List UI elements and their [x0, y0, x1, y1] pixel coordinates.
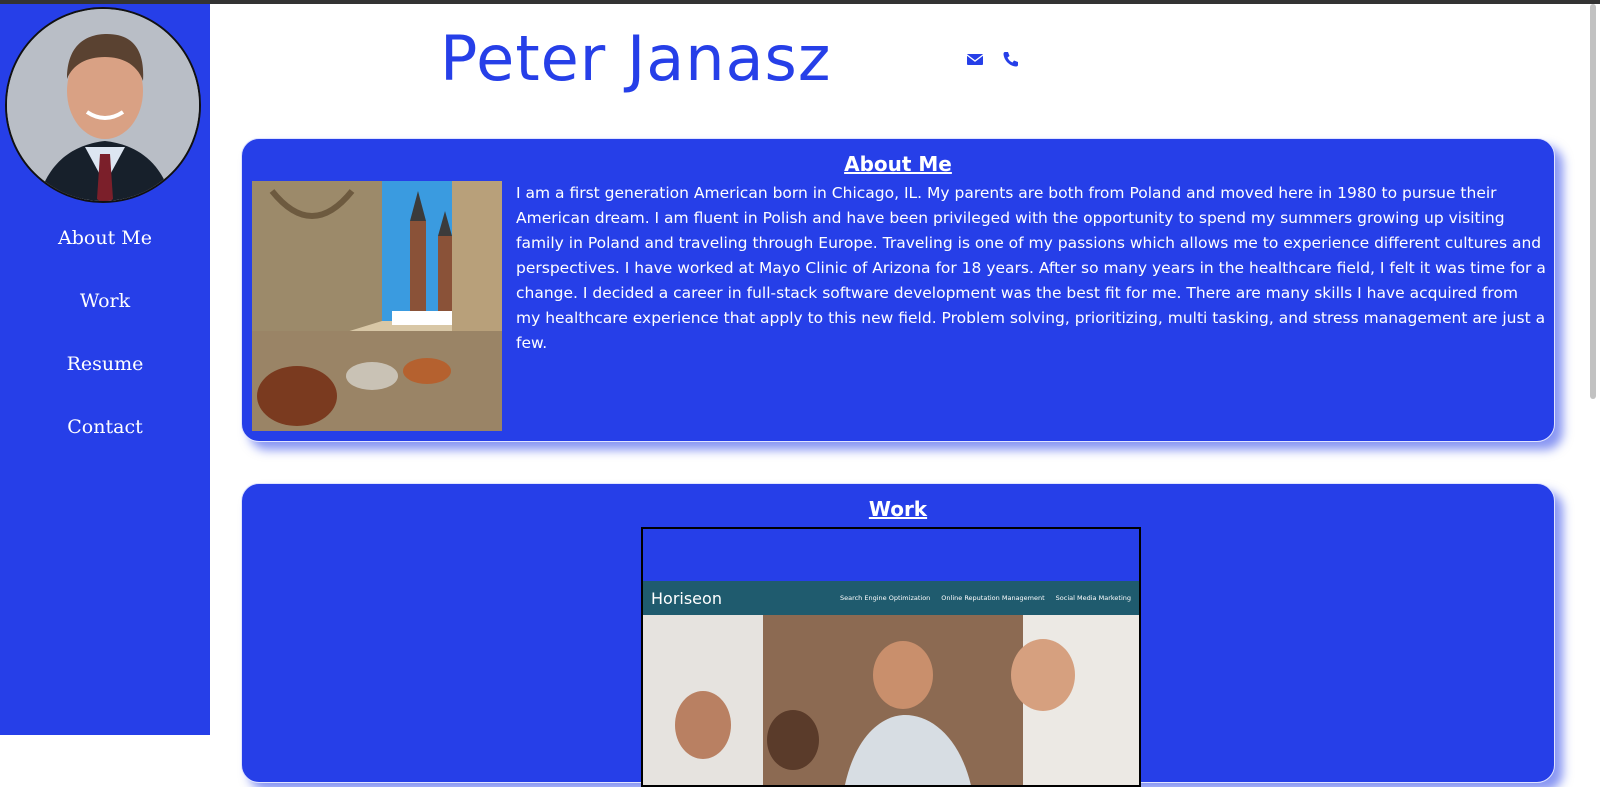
project-preview-top [643, 529, 1139, 581]
project-nav-item: Online Reputation Management [941, 594, 1045, 602]
work-section: Work Horiseon Search Engine Optimization… [241, 483, 1555, 787]
sidebar-item-work[interactable]: Work [0, 289, 210, 352]
project-site-header: Horiseon Search Engine Optimization Onli… [643, 581, 1139, 615]
project-preview-horiseon[interactable]: Horiseon Search Engine Optimization Onli… [641, 527, 1141, 787]
scrollbar-thumb[interactable] [1590, 4, 1596, 399]
envelope-icon[interactable] [966, 50, 984, 68]
phone-icon[interactable] [1002, 50, 1020, 68]
about-section: About Me I am a first generation America… [241, 138, 1555, 442]
about-paragraph: I am a first generation American born in… [516, 184, 1546, 352]
sidebar: About Me Work Resume Contact [0, 4, 210, 735]
project-nav-item: Social Media Marketing [1055, 594, 1131, 602]
project-logo: Horiseon [651, 588, 722, 608]
krakow-cafe-image [252, 181, 502, 431]
page-title: Peter Janasz [440, 22, 832, 95]
sidebar-item-contact[interactable]: Contact [0, 415, 210, 478]
about-heading: About Me [844, 152, 952, 176]
page-scrollbar[interactable] [1588, 4, 1598, 735]
project-nav-item: Search Engine Optimization [839, 594, 931, 602]
project-site-nav: Search Engine Optimization Online Reputa… [840, 594, 1131, 602]
sidebar-item-resume[interactable]: Resume [0, 352, 210, 415]
avatar [5, 7, 201, 203]
contact-icons [966, 50, 1020, 68]
work-heading: Work [868, 497, 928, 521]
sidebar-item-about-me[interactable]: About Me [0, 226, 210, 289]
browser-top-edge [0, 0, 1600, 4]
sidebar-nav: About Me Work Resume Contact [0, 226, 210, 478]
project-hero-image [643, 615, 1139, 785]
